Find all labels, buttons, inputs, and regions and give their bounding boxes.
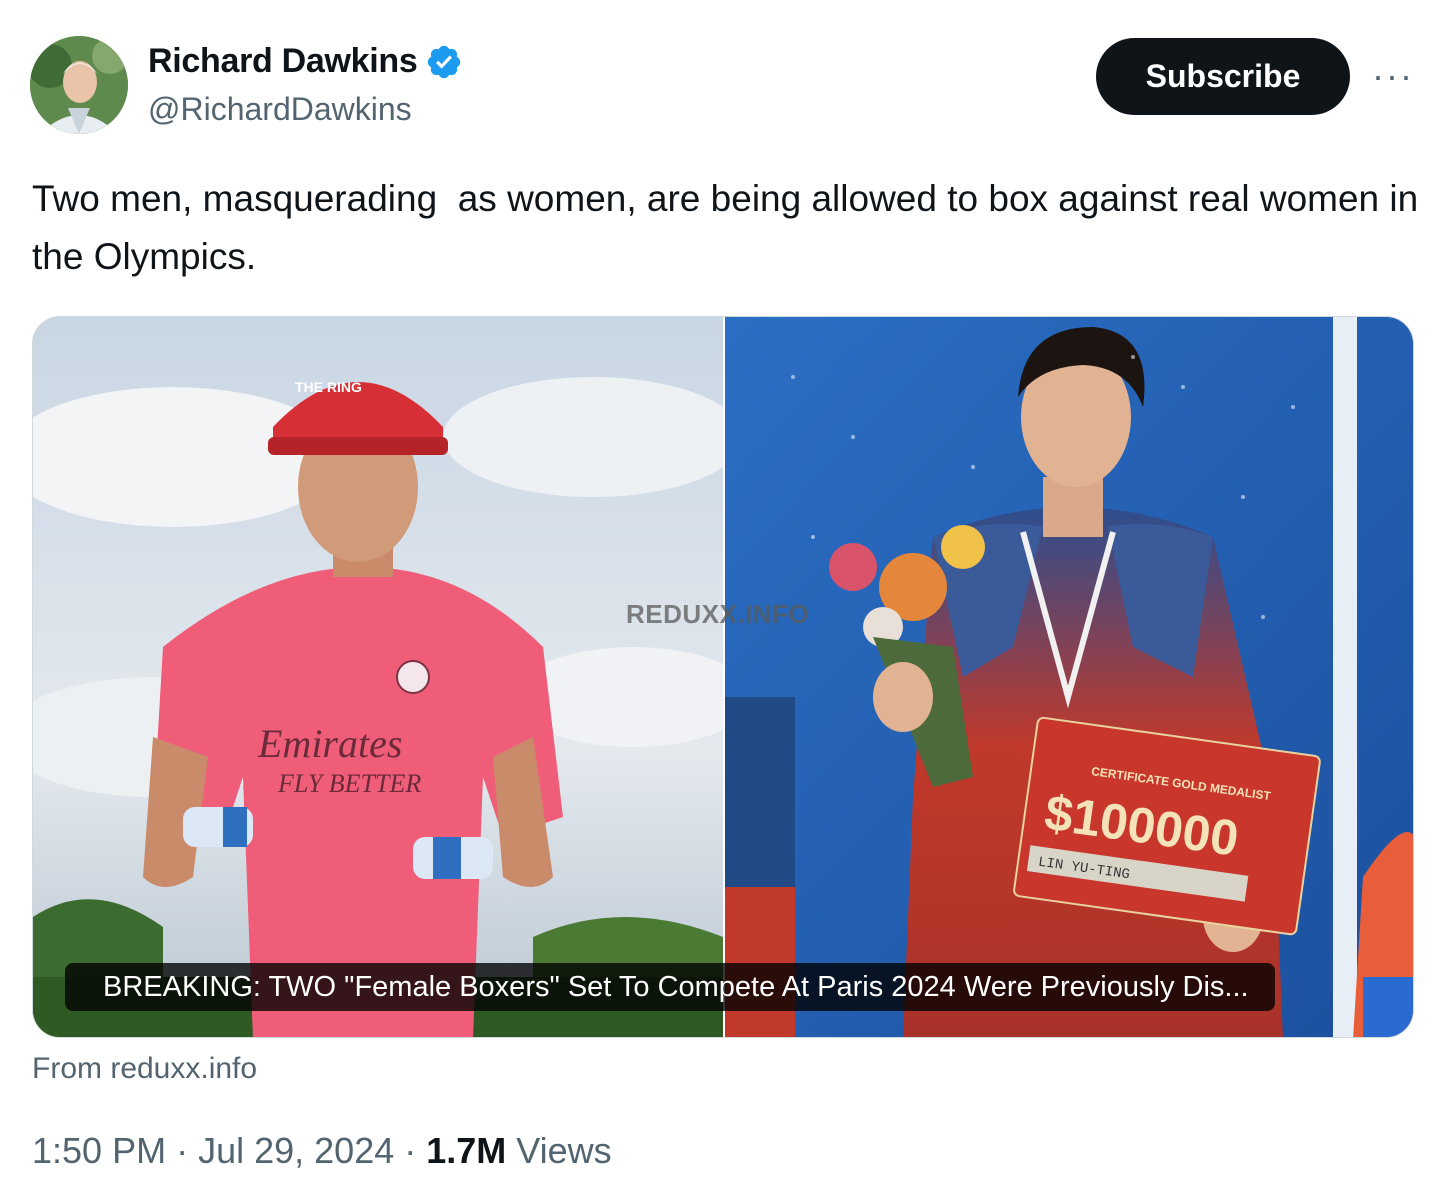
more-options-icon[interactable]: ··· bbox=[1370, 56, 1416, 96]
author-avatar[interactable] bbox=[30, 36, 128, 134]
views-label: Views bbox=[506, 1130, 612, 1171]
author-handle[interactable]: @RichardDawkins bbox=[148, 91, 463, 128]
right-photo: CERTIFICATE GOLD MEDALIST $100000 LIN YU… bbox=[725, 317, 1413, 1037]
author-display-name[interactable]: Richard Dawkins bbox=[148, 42, 418, 81]
meta-separator-2: · bbox=[394, 1130, 427, 1171]
tweet-meta: 1:50 PM · Jul 29, 2024 · 1.7M Views bbox=[32, 1130, 612, 1172]
views-count: 1.7M bbox=[426, 1130, 507, 1171]
meta-separator-1: · bbox=[166, 1130, 199, 1171]
subscribe-button[interactable]: Subscribe bbox=[1096, 38, 1350, 115]
card-source[interactable]: From reduxx.info bbox=[32, 1052, 257, 1086]
tweet-date[interactable]: Jul 29, 2024 bbox=[198, 1130, 394, 1171]
verified-badge-icon bbox=[425, 43, 463, 81]
card-image: THE RING Emirates FLY BETTER CERTIFICATE… bbox=[33, 317, 1413, 1037]
tweet-time[interactable]: 1:50 PM bbox=[32, 1130, 166, 1171]
shirt-text-2: FLY BETTER bbox=[277, 769, 421, 798]
author-info: Richard Dawkins @RichardDawkins bbox=[148, 42, 463, 128]
avatar-image bbox=[30, 36, 128, 134]
link-card[interactable]: THE RING Emirates FLY BETTER CERTIFICATE… bbox=[32, 316, 1414, 1038]
watermark: REDUXX.INFO bbox=[626, 599, 810, 629]
card-caption: BREAKING: TWO "Female Boxers" Set To Com… bbox=[65, 963, 1275, 1011]
left-photo: THE RING Emirates FLY BETTER bbox=[33, 317, 753, 1037]
cap-text: THE RING bbox=[295, 379, 362, 395]
tweet-text: Two men, masquerading as women, are bein… bbox=[32, 178, 1429, 277]
author-name-row: Richard Dawkins bbox=[148, 42, 463, 81]
tweet-header: Richard Dawkins @RichardDawkins Subscrib… bbox=[30, 36, 1420, 136]
shirt-text-1: Emirates bbox=[257, 721, 402, 766]
